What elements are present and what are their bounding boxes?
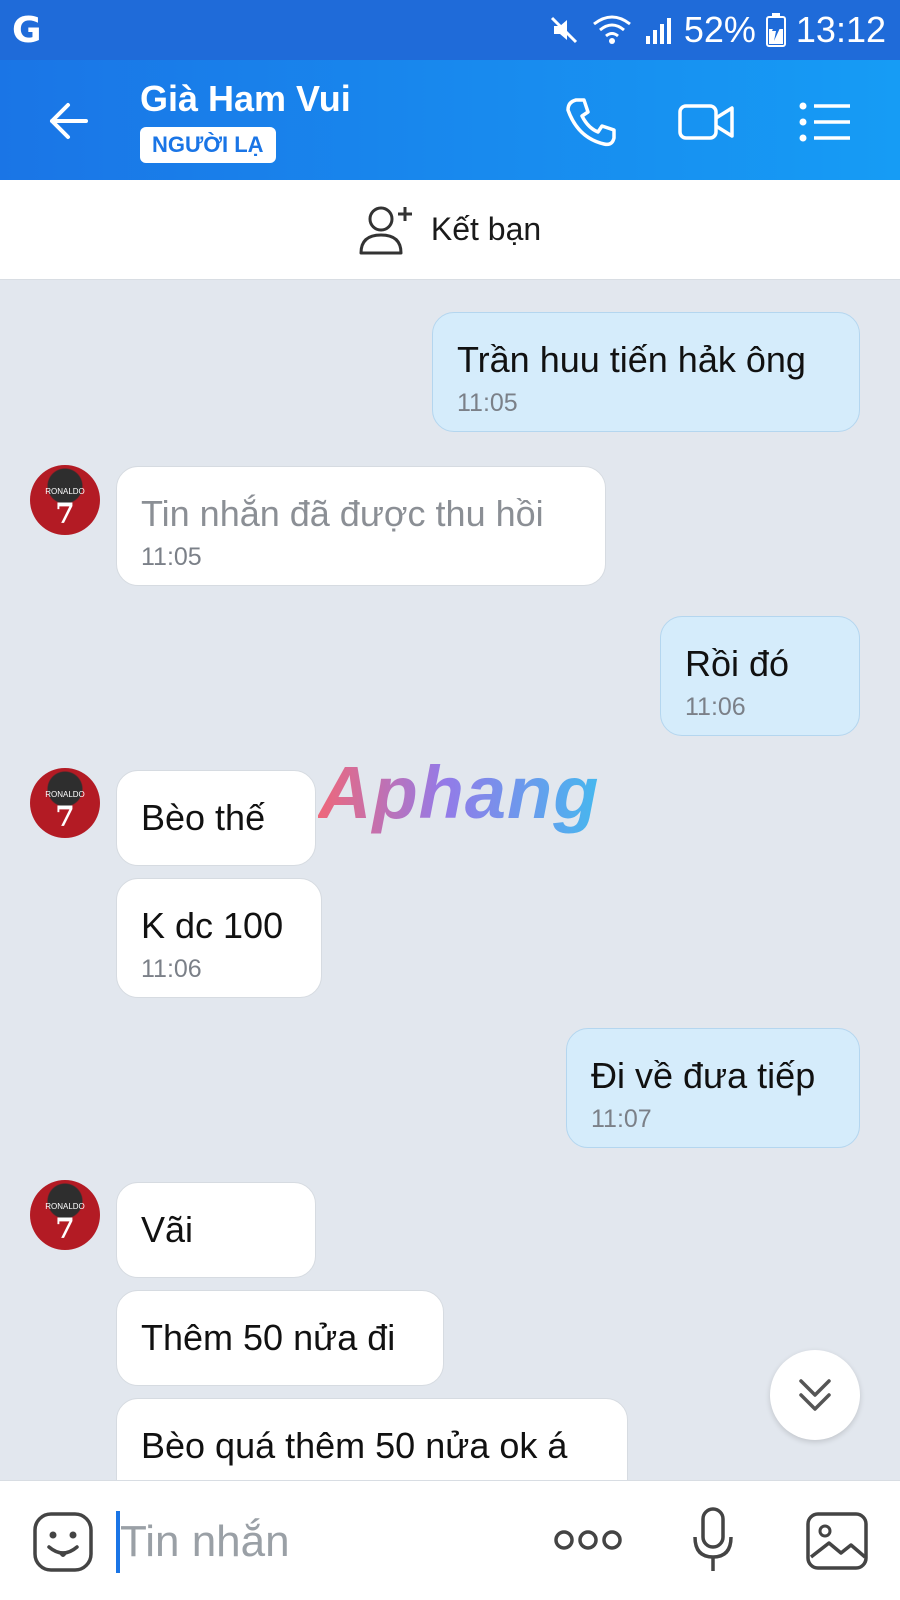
google-app-icon: G (12, 10, 42, 51)
message-bubble-outgoing[interactable]: Rồi đó 11:06 (660, 616, 860, 736)
message-text: K dc 100 (141, 905, 284, 946)
message-bubble-incoming-recalled[interactable]: Tin nhắn đã được thu hồi 11:05 (116, 466, 606, 586)
watermark-logo: Aphang (318, 751, 600, 834)
message-text: Rồi đó (685, 643, 790, 684)
message-bubble-outgoing[interactable]: Đi về đưa tiếp 11:07 (566, 1028, 860, 1148)
double-chevron-down-icon (799, 1379, 831, 1411)
contact-name[interactable]: Già Ham Vui (140, 78, 351, 120)
add-friend-label: Kết bạn (430, 211, 542, 247)
message-bubble-incoming[interactable]: Vãi (116, 1182, 316, 1278)
avatar-jersey-number: 7 (55, 1212, 75, 1245)
back-arrow-icon[interactable] (42, 94, 96, 148)
contact-avatar[interactable]: RONALDO 7 (30, 768, 100, 838)
message-bubble-incoming[interactable]: Thêm 50 nửa đi (116, 1290, 444, 1386)
message-time: 11:07 (591, 1105, 652, 1133)
message-text: Tin nhắn đã được thu hồi (141, 493, 544, 534)
clock: 13:12 (795, 9, 886, 50)
add-friend-bar[interactable]: Kết bạn (0, 180, 900, 280)
video-call-icon[interactable] (676, 92, 736, 152)
message-text: Bèo quá thêm 50 nửa ok á (141, 1425, 568, 1466)
status-indicators: 52% 13:12 (548, 8, 886, 52)
message-time: 11:06 (685, 693, 746, 721)
message-text: Vãi (141, 1209, 194, 1250)
message-bubble-incoming[interactable]: Bèo thế (116, 770, 316, 866)
image-gallery-icon[interactable] (805, 1511, 869, 1571)
message-time: 11:06 (141, 955, 202, 983)
message-text: Bèo thế (141, 797, 266, 838)
message-text: Trần huu tiến hảk ông (457, 339, 806, 380)
stranger-badge: NGƯỜI LẠ (140, 127, 276, 163)
sticker-emoji-icon[interactable] (32, 1511, 94, 1573)
chat-header: Già Ham Vui NGƯỜI LẠ (0, 60, 900, 180)
menu-list-icon[interactable] (794, 92, 854, 152)
battery-percent: 52% (683, 9, 756, 50)
avatar-jersey-name: RONALDO (45, 790, 85, 799)
message-bubble-outgoing[interactable]: Trần huu tiến hảk ông 11:05 (432, 312, 860, 432)
battery-charging-icon (765, 13, 786, 47)
avatar-jersey-number: 7 (55, 800, 75, 833)
message-composer (0, 1480, 900, 1600)
phone-call-icon[interactable] (560, 92, 620, 152)
avatar-jersey-number: 7 (55, 497, 75, 530)
message-time: 11:05 (457, 389, 518, 417)
microphone-icon[interactable] (688, 1505, 738, 1575)
message-list[interactable]: Trần huu tiến hảk ông 11:05 RONALDO 7 Ti… (0, 280, 900, 1480)
scroll-to-bottom-button[interactable] (770, 1350, 860, 1440)
message-text: Đi về đưa tiếp (591, 1055, 816, 1096)
message-input[interactable] (120, 1507, 520, 1577)
contact-avatar[interactable]: RONALDO 7 (30, 465, 100, 535)
message-bubble-incoming[interactable]: K dc 100 11:06 (116, 878, 322, 998)
message-bubble-incoming[interactable]: Bèo quá thêm 50 nửa ok á (116, 1398, 628, 1480)
message-text: Thêm 50 nửa đi (141, 1317, 396, 1358)
message-time: 11:05 (141, 543, 202, 571)
signal-icon (645, 18, 671, 44)
avatar-jersey-name: RONALDO (45, 487, 85, 496)
contact-avatar[interactable]: RONALDO 7 (30, 1180, 100, 1250)
add-friend-icon (359, 206, 412, 254)
more-options-icon[interactable] (553, 1525, 623, 1555)
mute-icon (550, 16, 577, 44)
status-bar: G 52% 13:12 (0, 0, 900, 60)
wifi-icon (592, 15, 631, 44)
avatar-jersey-name: RONALDO (45, 1202, 85, 1211)
